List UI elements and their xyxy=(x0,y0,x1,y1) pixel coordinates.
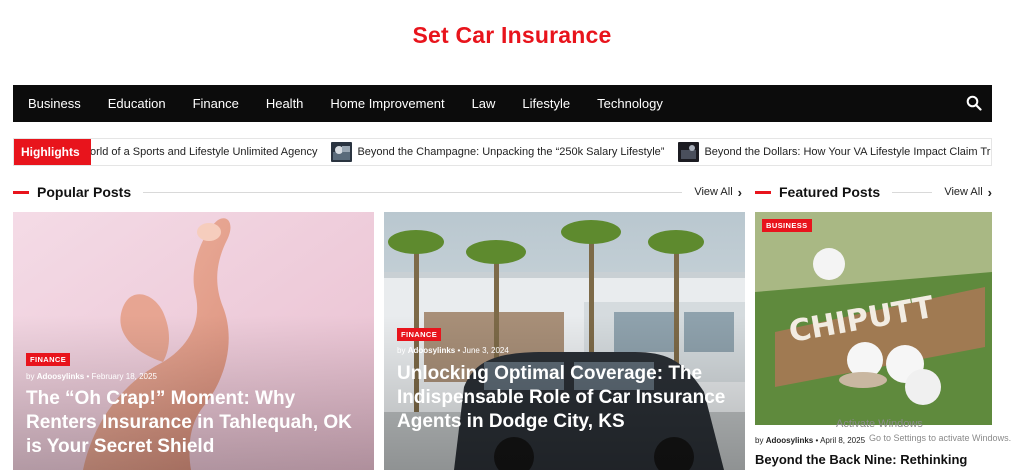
site-title[interactable]: Set Car Insurance xyxy=(0,22,1024,49)
ticker-thumbnail[interactable] xyxy=(678,142,700,162)
post-card[interactable]: FINANCE by Adoosylinks • February 18, 20… xyxy=(13,212,374,470)
section-title: Featured Posts xyxy=(779,184,881,200)
section-title: Popular Posts xyxy=(37,184,132,200)
category-badge[interactable]: FINANCE xyxy=(397,328,442,341)
view-all-label[interactable]: View All xyxy=(694,186,732,198)
section-accent-dash xyxy=(13,190,29,194)
featured-post-image[interactable]: CHIPUTT BUSINESS xyxy=(755,212,992,425)
ticker-track: orld of a Sports and Lifestyle Unlimited… xyxy=(24,139,991,165)
search-icon[interactable] xyxy=(966,95,982,111)
category-badge[interactable]: FINANCE xyxy=(26,353,71,366)
chevron-right-icon[interactable]: › xyxy=(738,185,742,200)
post-title[interactable]: Unlocking Optimal Coverage: The Indispen… xyxy=(397,362,737,434)
post-meta: by Adoosylinks • February 18, 2025 xyxy=(26,372,157,381)
windows-activation-watermark: Activate Windows Go to Settings to activ… xyxy=(836,417,1011,445)
view-all-label[interactable]: View All xyxy=(944,186,982,198)
nav-item-lifestyle[interactable]: Lifestyle xyxy=(522,96,570,111)
meta-by: by xyxy=(397,346,406,355)
watermark-line-1: Activate Windows xyxy=(836,418,923,430)
ticker-item-title[interactable]: Beyond the Dollars: How Your VA Lifestyl… xyxy=(704,146,991,158)
view-all-link[interactable]: View All › xyxy=(694,185,742,200)
post-author[interactable]: Adoosylinks xyxy=(766,436,814,445)
post-date: February 18, 2025 xyxy=(91,372,157,381)
highlights-label: Highlights xyxy=(14,139,91,165)
popular-posts-header: Popular Posts View All › xyxy=(13,183,742,201)
nav-item-finance[interactable]: Finance xyxy=(193,96,239,111)
ticker-item[interactable]: orld of a Sports and Lifestyle Unlimited… xyxy=(90,146,317,158)
ticker-item-title[interactable]: orld of a Sports and Lifestyle Unlimited… xyxy=(90,146,317,158)
view-all-link[interactable]: View All › xyxy=(944,185,992,200)
highlights-ticker: orld of a Sports and Lifestyle Unlimited… xyxy=(13,138,992,166)
ticker-thumbnail[interactable] xyxy=(331,142,353,162)
nav-item-technology[interactable]: Technology xyxy=(597,96,663,111)
featured-posts-header: Featured Posts View All › xyxy=(755,183,992,201)
nav-item-health[interactable]: Health xyxy=(266,96,304,111)
meta-by: by xyxy=(755,436,764,445)
ticker-item[interactable]: Beyond the Champagne: Unpacking the “250… xyxy=(331,142,664,162)
section-divider xyxy=(143,191,683,193)
post-card[interactable]: FINANCE by Adoosylinks • June 3, 2024 Un… xyxy=(384,212,745,470)
ticker-item[interactable]: Beyond the Dollars: How Your VA Lifestyl… xyxy=(678,142,991,162)
post-meta: by Adoosylinks • June 3, 2024 xyxy=(397,346,509,355)
nav-item-education[interactable]: Education xyxy=(108,96,166,111)
post-author[interactable]: Adoosylinks xyxy=(37,372,85,381)
featured-post-title[interactable]: Beyond the Back Nine: Rethinking xyxy=(755,452,967,467)
ticker-item-title[interactable]: Beyond the Champagne: Unpacking the “250… xyxy=(357,146,664,158)
nav-item-law[interactable]: Law xyxy=(472,96,496,111)
post-author[interactable]: Adoosylinks xyxy=(408,346,456,355)
chevron-right-icon[interactable]: › xyxy=(988,185,992,200)
nav-item-home-improvement[interactable]: Home Improvement xyxy=(330,96,444,111)
section-accent-dash xyxy=(755,190,771,194)
watermark-line-2: Go to Settings to activate Windows. xyxy=(869,433,1012,443)
section-divider xyxy=(892,191,933,193)
category-badge[interactable]: BUSINESS xyxy=(762,219,812,232)
featured-image-art[interactable]: CHIPUTT xyxy=(755,212,992,425)
main-nav: Business Education Finance Health Home I… xyxy=(13,85,992,122)
post-title[interactable]: The “Oh Crap!” Moment: Why Renters Insur… xyxy=(26,387,366,459)
meta-by: by xyxy=(26,372,35,381)
post-date: June 3, 2024 xyxy=(462,346,509,355)
nav-item-business[interactable]: Business xyxy=(28,96,81,111)
